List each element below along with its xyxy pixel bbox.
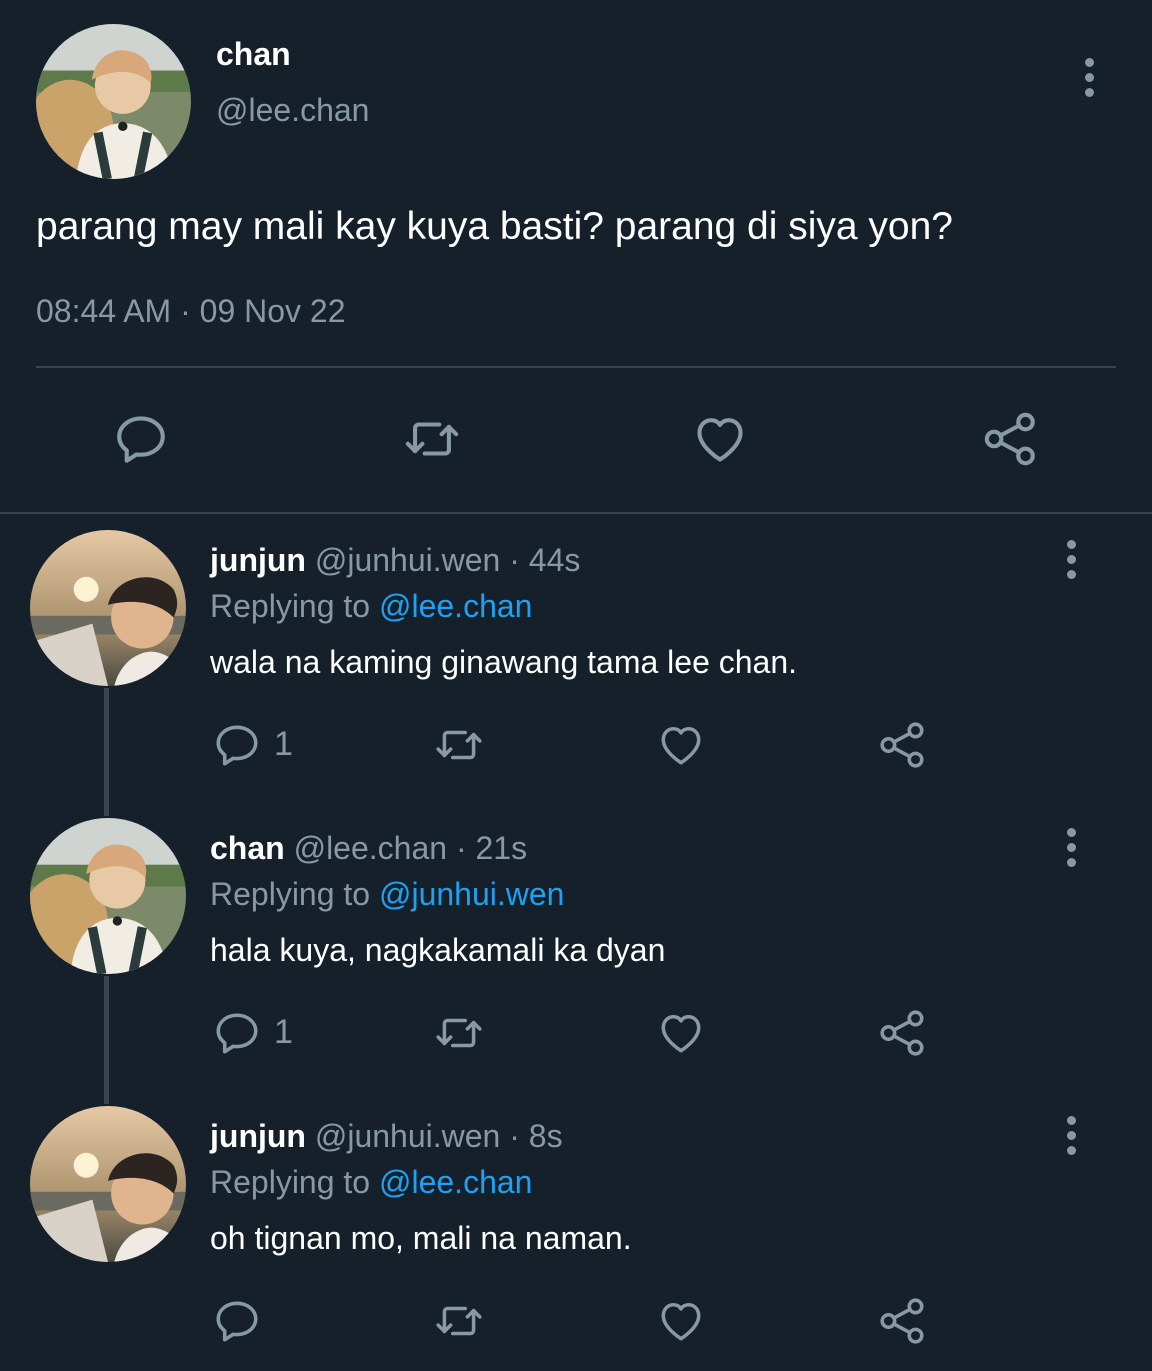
more-icon[interactable] — [1065, 540, 1077, 585]
mention-link[interactable]: @lee.chan — [379, 588, 532, 624]
reply-author-name[interactable]: junjun — [210, 1118, 306, 1154]
reply-text: wala na kaming ginawang tama lee chan. — [210, 644, 798, 680]
more-icon[interactable] — [1065, 828, 1077, 873]
reply-icon[interactable] — [212, 1008, 262, 1058]
avatar-chan[interactable] — [30, 818, 186, 974]
reply-icon[interactable] — [212, 1296, 262, 1346]
like-icon[interactable] — [655, 720, 707, 770]
replying-label: Replying to — [210, 588, 371, 624]
share-icon[interactable] — [878, 1296, 928, 1346]
share-icon[interactable] — [982, 410, 1040, 468]
avatar-junjun[interactable] — [30, 1106, 186, 1262]
reply-tweet[interactable]: chan @lee.chan · 21s Replying to @junhui… — [0, 818, 1152, 1098]
tweet-text: parang may mali kay kuya basti? parang d… — [36, 205, 953, 248]
reply-text: oh tignan mo, mali na naman. — [210, 1220, 632, 1256]
like-icon[interactable] — [655, 1296, 707, 1346]
reply-author-meta: @junhui.wen · 44s — [314, 542, 581, 578]
avatar-junjun[interactable] — [30, 530, 186, 686]
share-icon[interactable] — [878, 720, 928, 770]
reply-count: 1 — [274, 725, 293, 763]
replying-label: Replying to — [210, 876, 371, 912]
retweet-icon[interactable] — [430, 720, 488, 770]
share-icon[interactable] — [878, 1008, 928, 1058]
tweet-timestamp: 08:44 AM · 09 Nov 22 — [36, 293, 346, 329]
divider — [36, 366, 1116, 368]
like-icon[interactable] — [690, 410, 750, 468]
reply-author-name[interactable]: junjun — [210, 542, 306, 578]
reply-text: hala kuya, nagkakamali ka dyan — [210, 932, 666, 968]
reply-count: 1 — [274, 1013, 293, 1051]
reply-tweet[interactable]: junjun @junhui.wen · 44s Replying to @le… — [0, 530, 1152, 810]
mention-link[interactable]: @lee.chan — [379, 1164, 532, 1200]
divider — [0, 512, 1152, 514]
reply-author-meta: @lee.chan · 21s — [293, 830, 528, 866]
reply-author-meta: @junhui.wen · 8s — [314, 1118, 563, 1154]
retweet-icon[interactable] — [430, 1008, 488, 1058]
mention-link[interactable]: @junhui.wen — [379, 876, 564, 912]
like-icon[interactable] — [655, 1008, 707, 1058]
author-handle[interactable]: @lee.chan — [216, 92, 369, 129]
retweet-icon[interactable] — [430, 1296, 488, 1346]
author-name[interactable]: chan — [216, 36, 291, 73]
reply-author-name[interactable]: chan — [210, 830, 285, 866]
retweet-icon[interactable] — [399, 410, 465, 468]
avatar-chan[interactable] — [36, 24, 191, 179]
replying-label: Replying to — [210, 1164, 371, 1200]
reply-icon[interactable] — [212, 720, 262, 770]
reply-tweet[interactable]: junjun @junhui.wen · 8s Replying to @lee… — [0, 1106, 1152, 1371]
more-icon[interactable] — [1083, 58, 1095, 103]
reply-icon[interactable] — [112, 410, 170, 468]
more-icon[interactable] — [1065, 1116, 1077, 1161]
